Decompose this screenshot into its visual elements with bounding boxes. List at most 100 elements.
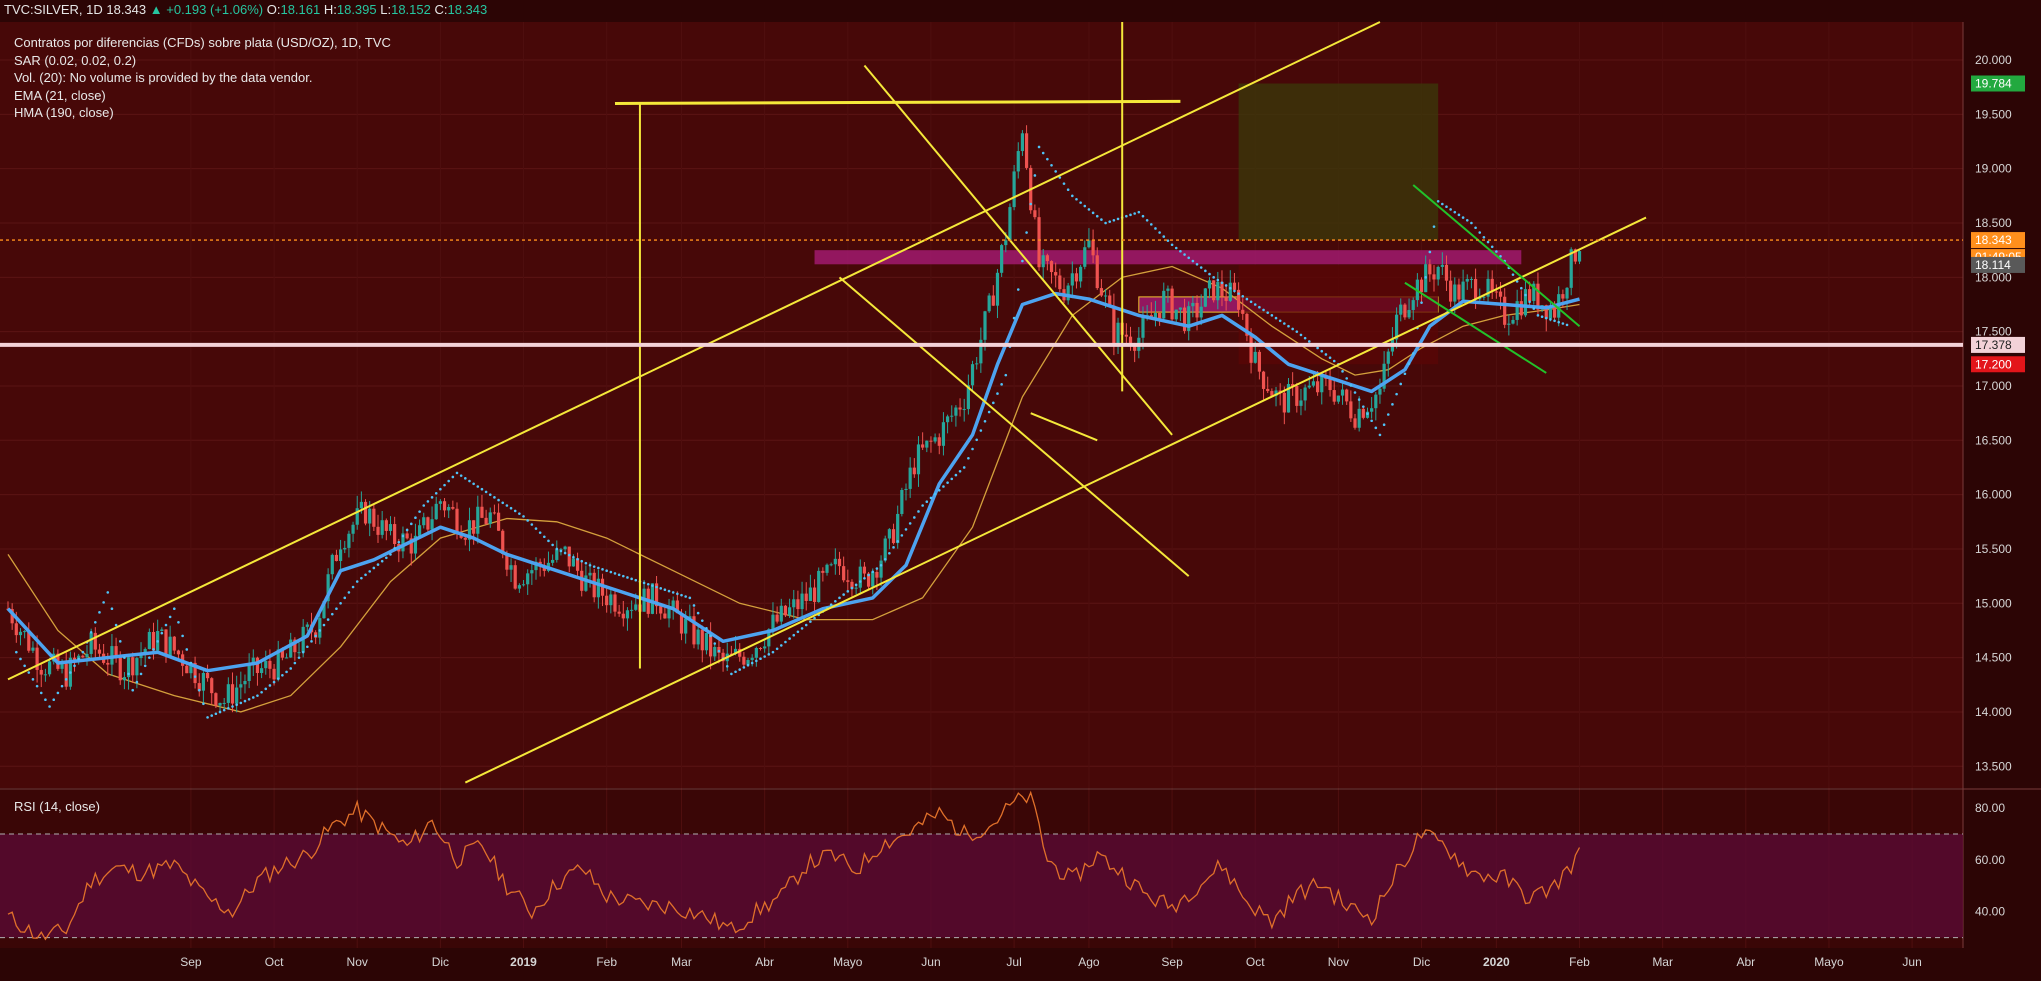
sar-dot: [1033, 174, 1037, 177]
sar-dot: [1465, 218, 1469, 222]
candle-body: [164, 629, 168, 656]
sar-dot: [1104, 221, 1107, 225]
candle-body: [530, 570, 534, 574]
candle-body: [804, 593, 808, 602]
sar-dot: [867, 573, 870, 577]
candle-body: [883, 538, 887, 561]
candle-body: [945, 416, 950, 423]
sar-dot: [518, 512, 521, 515]
low-label: L:: [380, 2, 392, 17]
sar-dot: [1370, 419, 1373, 423]
sar-dot: [913, 516, 916, 519]
candle-body: [663, 613, 667, 619]
sar-dot: [962, 466, 966, 469]
sar-dot: [56, 691, 60, 695]
sar-dot: [1158, 231, 1161, 234]
price-tick-label: 14.000: [1975, 705, 2012, 719]
sar-dot: [617, 573, 621, 577]
sar-dot: [1174, 246, 1178, 250]
candle-body: [1224, 296, 1228, 301]
sar-dot: [1287, 324, 1290, 328]
sar-dot: [231, 705, 234, 708]
sar-dot: [779, 644, 783, 647]
sar-dot: [1075, 197, 1078, 201]
sar-dot: [1278, 319, 1282, 323]
candle-body: [1049, 261, 1054, 273]
candle-body: [1257, 351, 1261, 372]
candle-body: [47, 661, 52, 675]
candle-body: [455, 508, 459, 534]
candle-body: [1178, 307, 1182, 310]
candle-body: [330, 554, 334, 575]
legend-ema[interactable]: EMA (21, close): [14, 87, 391, 105]
symbol-name[interactable]: TVC:SILVER, 1D: [4, 2, 103, 17]
sar-dot: [705, 626, 708, 630]
sar-dot: [946, 481, 949, 484]
sar-dot: [214, 712, 218, 716]
sar-dot: [81, 650, 85, 654]
legend-title[interactable]: Contratos por diferencias (CFDs) sobre p…: [14, 34, 391, 52]
sar-dot: [235, 703, 238, 706]
high-label: H:: [323, 2, 337, 17]
open-label: O:: [266, 2, 281, 17]
sar-dot: [189, 661, 193, 665]
sar-dot: [1133, 212, 1136, 215]
candle-body: [122, 677, 127, 681]
sar-dot: [422, 504, 426, 507]
sar-dot: [796, 630, 800, 634]
candle-body: [1432, 274, 1436, 280]
sar-dot: [767, 653, 771, 656]
sar-dot: [1407, 362, 1411, 365]
candle-body: [925, 440, 929, 448]
candle-body: [1253, 351, 1257, 363]
candle-body: [351, 524, 355, 534]
sar-dot: [385, 556, 388, 560]
candle-body: [1503, 296, 1507, 325]
sar-dot: [1025, 231, 1028, 234]
sar-dot: [314, 634, 317, 638]
legend-hma[interactable]: HMA (190, close): [14, 104, 391, 122]
sar-dot: [850, 586, 854, 590]
sar-dot: [530, 523, 534, 526]
legend-volume[interactable]: Vol. (20): No volume is provided by the …: [14, 69, 391, 87]
sar-dot: [1179, 249, 1182, 253]
rsi-legend[interactable]: RSI (14, close): [14, 799, 100, 814]
sar-dot: [1145, 218, 1149, 222]
sar-dot: [1004, 373, 1008, 377]
sar-dot: [322, 623, 326, 627]
candle-body: [1336, 395, 1340, 402]
indicator-legend: Contratos por diferencias (CFDs) sobre p…: [14, 34, 391, 122]
sar-dot: [892, 546, 895, 549]
candle-body: [617, 611, 621, 614]
candle-body: [783, 605, 788, 616]
sar-dot: [60, 684, 64, 688]
sar-dot: [1453, 210, 1457, 214]
sar-dot: [730, 672, 733, 676]
time-tick-label: Dic: [1413, 955, 1430, 969]
sar-dot: [904, 528, 908, 531]
candle-body: [1016, 151, 1020, 172]
time-tick-label: Mar: [671, 955, 692, 969]
price-tick-label: 14.500: [1975, 651, 2012, 665]
candle-body: [89, 632, 93, 654]
time-tick-label: Dic: [432, 955, 449, 969]
candle-body: [937, 437, 941, 446]
legend-sar[interactable]: SAR (0.02, 0.02, 0.2): [14, 52, 391, 70]
sar-dot: [156, 640, 159, 643]
candle-body: [1473, 278, 1478, 300]
sar-dot: [1149, 223, 1153, 226]
sar-dot: [1495, 250, 1498, 253]
candle-body: [833, 558, 837, 565]
candle-body: [426, 517, 430, 530]
chart-canvas[interactable]: 20.00019.50019.00018.50018.00017.50017.0…: [0, 0, 2041, 981]
candle-body: [151, 631, 156, 651]
sar-dot: [967, 456, 970, 460]
sar-dot: [634, 578, 638, 582]
sar-dot: [875, 567, 879, 570]
candle-body: [417, 525, 422, 536]
candle-body: [405, 533, 409, 539]
sar-dot: [717, 649, 721, 653]
chart-stage[interactable]: 20.000 19.500 19.000 18.500 18.000 17.500 17.0…: [0, 0, 2041, 981]
sar-dot: [426, 500, 430, 503]
high-value: 18.395: [336, 2, 377, 17]
